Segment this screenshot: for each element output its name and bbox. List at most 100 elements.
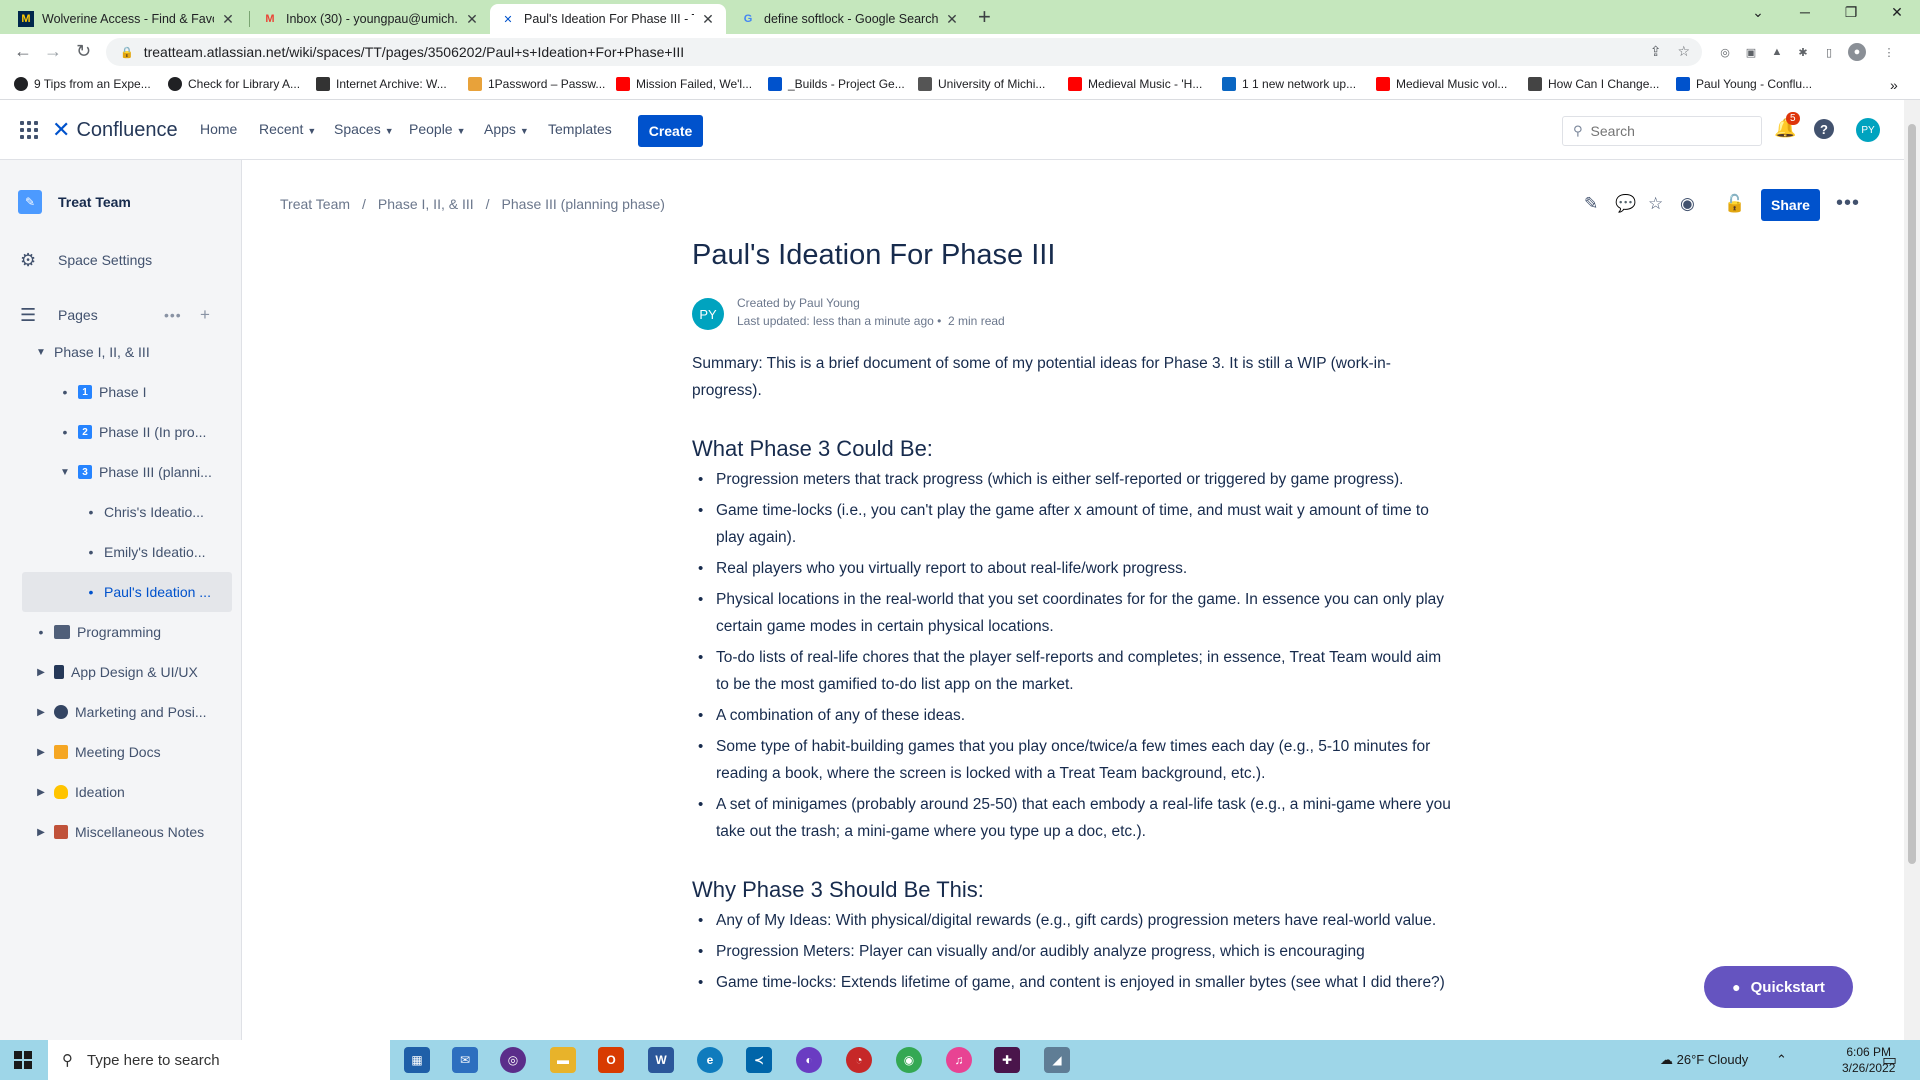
- chevron-right-icon[interactable]: ▶: [32, 827, 50, 838]
- bookmark-item[interactable]: Medieval Music - 'H...: [1068, 77, 1202, 91]
- edge-icon[interactable]: e: [697, 1047, 723, 1073]
- create-button[interactable]: Create: [638, 115, 703, 147]
- tree-item-phase-1[interactable]: • 1 Phase I: [56, 372, 232, 412]
- chevron-down-icon[interactable]: ▼: [56, 467, 74, 478]
- search-input[interactable]: [1590, 123, 1741, 139]
- tab-inbox[interactable]: M Inbox (30) - youngpau@umich.e ✕: [252, 4, 490, 34]
- bookmark-item[interactable]: _Builds - Project Ge...: [768, 77, 905, 91]
- bookmark-item[interactable]: 1 1 new network up...: [1222, 77, 1356, 91]
- nav-home[interactable]: Home: [200, 121, 237, 137]
- minimize-button[interactable]: ─: [1785, 4, 1825, 20]
- nav-people[interactable]: People ▼: [409, 121, 466, 137]
- more-actions-icon[interactable]: •••: [1836, 192, 1860, 215]
- puzzle-icon[interactable]: ✱: [1794, 43, 1812, 61]
- scrollbar-thumb[interactable]: [1908, 124, 1916, 864]
- bookmark-item[interactable]: Medieval Music vol...: [1376, 77, 1507, 91]
- search-field[interactable]: ⚲: [1562, 116, 1762, 146]
- tree-item-misc-notes[interactable]: ▶ Miscellaneous Notes: [32, 812, 232, 852]
- breadcrumb-link[interactable]: Treat Team: [280, 196, 350, 212]
- bookmark-item[interactable]: University of Michi...: [918, 77, 1045, 91]
- tab-wolverine-access[interactable]: M Wolverine Access - Find & Favori ✕: [8, 4, 246, 34]
- slack-icon[interactable]: ✚: [994, 1047, 1020, 1073]
- chevron-right-icon[interactable]: ▶: [32, 707, 50, 718]
- tree-item-marketing[interactable]: ▶ Marketing and Posi...: [32, 692, 232, 732]
- nav-templates[interactable]: Templates: [548, 121, 612, 137]
- extension-icon[interactable]: ◎: [1716, 43, 1734, 61]
- star-icon[interactable]: ☆: [1648, 194, 1663, 214]
- close-tab-icon[interactable]: ✕: [700, 11, 716, 28]
- url-bar[interactable]: 🔒 treatteam.atlassian.net/wiki/spaces/TT…: [106, 38, 1702, 66]
- user-avatar[interactable]: PY: [1856, 118, 1880, 142]
- bookmark-item[interactable]: Mission Failed, We'l...: [616, 77, 752, 91]
- sidebar-icon[interactable]: ▯: [1820, 43, 1838, 61]
- bookmark-item[interactable]: Paul Young - Conflu...: [1676, 77, 1812, 91]
- tree-item-emily-ideation[interactable]: • Emily's Ideatio...: [82, 532, 232, 572]
- app-icon[interactable]: ◢: [1044, 1047, 1070, 1073]
- more-bookmarks-icon[interactable]: »: [1890, 77, 1898, 93]
- bookmark-item[interactable]: 1Password – Passw...: [468, 77, 605, 91]
- watch-eye-icon[interactable]: ◉: [1680, 194, 1695, 214]
- chevron-right-icon[interactable]: ▶: [32, 667, 50, 678]
- quickstart-button[interactable]: ● Quickstart: [1704, 966, 1853, 1008]
- mail-icon[interactable]: ✉: [452, 1047, 478, 1073]
- tray-chevron-icon[interactable]: ⌃: [1776, 1052, 1787, 1068]
- chevron-right-icon[interactable]: ▶: [32, 787, 50, 798]
- new-tab-button[interactable]: +: [978, 6, 991, 28]
- profile-avatar[interactable]: ●: [1848, 43, 1866, 61]
- taskbar-search[interactable]: ⚲ Type here to search: [48, 1040, 390, 1080]
- bookmark-item[interactable]: How Can I Change...: [1528, 77, 1659, 91]
- page-scrollbar[interactable]: [1904, 100, 1920, 1040]
- confluence-logo[interactable]: ✕ Confluence: [52, 117, 178, 143]
- tree-item-phase-1-2-3[interactable]: ▼ Phase I, II, & III: [32, 332, 232, 372]
- chrome-icon[interactable]: ◉: [896, 1047, 922, 1073]
- tab-google-search[interactable]: G define softlock - Google Search ✕: [730, 4, 970, 34]
- close-tab-icon[interactable]: ✕: [944, 11, 960, 28]
- app-icon[interactable]: ◐: [796, 1047, 822, 1073]
- space-header[interactable]: ✎ Treat Team: [0, 190, 242, 214]
- help-icon[interactable]: ?: [1814, 119, 1834, 139]
- file-explorer-icon[interactable]: ▬: [550, 1047, 576, 1073]
- nav-apps[interactable]: Apps ▼: [484, 121, 529, 137]
- back-arrow-icon[interactable]: ←: [14, 42, 32, 60]
- extension-icon[interactable]: ▣: [1742, 43, 1760, 61]
- tab-pauls-ideation[interactable]: ✕ Paul's Ideation For Phase III - Tre ✕: [490, 4, 726, 34]
- weather-widget[interactable]: ☁ 26°F Cloudy: [1660, 1052, 1748, 1068]
- app-switcher-icon[interactable]: [20, 121, 38, 139]
- tree-item-meeting-docs[interactable]: ▶ Meeting Docs: [32, 732, 232, 772]
- tree-item-programming[interactable]: • Programming: [32, 612, 232, 652]
- windows-start-icon[interactable]: [14, 1051, 32, 1069]
- breadcrumb-link[interactable]: Phase I, II, & III: [378, 196, 474, 212]
- reload-icon[interactable]: ↻: [76, 42, 91, 60]
- vscode-icon[interactable]: ≺: [746, 1047, 772, 1073]
- notification-center-icon[interactable]: ▭: [1882, 1050, 1897, 1070]
- extension-icon[interactable]: ▲: [1768, 43, 1786, 61]
- chevron-right-icon[interactable]: ▶: [32, 747, 50, 758]
- tree-item-app-design[interactable]: ▶ App Design & UI/UX: [32, 652, 232, 692]
- bookmark-item[interactable]: 9 Tips from an Expe...: [14, 77, 151, 91]
- bookmark-item[interactable]: Internet Archive: W...: [316, 77, 447, 91]
- word-icon[interactable]: W: [648, 1047, 674, 1073]
- bookmark-item[interactable]: Check for Library A...: [168, 77, 300, 91]
- tree-item-phase-3[interactable]: ▼ 3 Phase III (planni...: [56, 452, 232, 492]
- close-window-button[interactable]: ✕: [1877, 4, 1917, 21]
- chevron-down-icon[interactable]: ▼: [32, 347, 50, 358]
- tree-item-chris-ideation[interactable]: • Chris's Ideatio...: [82, 492, 232, 532]
- nav-spaces[interactable]: Spaces ▼: [334, 121, 394, 137]
- tab-search-chevron-icon[interactable]: ⌄: [1738, 4, 1778, 21]
- restrictions-lock-icon[interactable]: 🔓: [1724, 194, 1745, 214]
- office-icon[interactable]: O: [598, 1047, 624, 1073]
- close-tab-icon[interactable]: ✕: [464, 11, 480, 28]
- breadcrumb-link[interactable]: Phase III (planning phase): [502, 196, 665, 212]
- app-icon[interactable]: ◎: [500, 1047, 526, 1073]
- share-button[interactable]: Share: [1761, 189, 1820, 221]
- comment-icon[interactable]: 💬: [1615, 194, 1636, 214]
- forward-arrow-icon[interactable]: →: [44, 42, 62, 60]
- itunes-icon[interactable]: ♫: [946, 1047, 972, 1073]
- app-icon[interactable]: ◔: [846, 1047, 872, 1073]
- tree-item-phase-2[interactable]: • 2 Phase II (In pro...: [56, 412, 232, 452]
- nav-recent[interactable]: Recent ▼: [259, 121, 316, 137]
- add-page-icon[interactable]: +: [200, 305, 210, 325]
- pages-header[interactable]: ☰ Pages ••• +: [0, 303, 242, 327]
- bookmark-star-icon[interactable]: ☆: [1677, 43, 1690, 60]
- author-avatar[interactable]: PY: [692, 298, 724, 330]
